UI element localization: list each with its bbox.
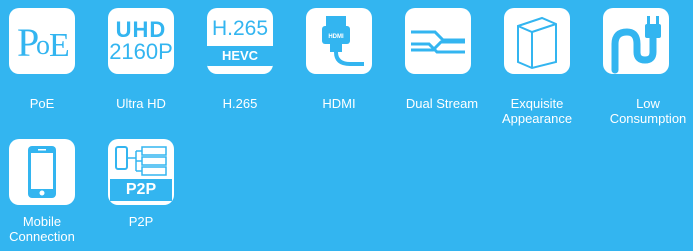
h265-icon: H.265 HEVC — [207, 8, 273, 74]
svg-text:E: E — [49, 27, 70, 64]
feature-label-low-power: Low Consumption — [603, 96, 693, 126]
uhd-icon-text-top: UHD — [115, 17, 167, 42]
p2p-network-icon: P2P — [108, 139, 174, 205]
box-icon — [504, 8, 570, 74]
hdmi-plug-icon: HDMI — [306, 8, 372, 74]
h265-icon-text-bottom: HEVC — [207, 46, 273, 66]
feature-label-low-power-line1: Low — [636, 96, 660, 111]
feature-label-uhd: Ultra HD — [116, 96, 166, 111]
feature-label-mobile: Mobile Connection — [0, 214, 87, 244]
feature-label-appearance-line1: Exquisite — [510, 96, 564, 111]
feature-label-poe: PoE — [29, 96, 55, 111]
smartphone-icon — [9, 139, 75, 205]
feature-label-mobile-line2: Connection — [9, 229, 75, 244]
uhd-icon: UHD 2160P — [108, 8, 174, 74]
dual-stream-icon — [405, 8, 471, 74]
feature-label-p2p: P2P — [128, 214, 154, 229]
h265-icon-text-top: H.265 — [211, 17, 269, 40]
feature-label-dual-stream: Dual Stream — [405, 96, 479, 111]
uhd-icon-text-bottom: 2160P — [109, 39, 173, 64]
svg-text:HDMI: HDMI — [328, 34, 344, 40]
feature-label-mobile-line1: Mobile — [22, 214, 62, 229]
poe-icon: P o E — [9, 8, 75, 74]
svg-text:o: o — [36, 30, 50, 61]
feature-label-h265: H.265 — [222, 96, 258, 111]
feature-label-hdmi: HDMI — [322, 96, 356, 111]
feature-label-low-power-line2: Consumption — [609, 111, 687, 126]
p2p-icon-text: P2P — [110, 179, 172, 201]
feature-label-appearance: Exquisite Appearance — [492, 96, 582, 126]
feature-label-appearance-line2: Appearance — [501, 111, 573, 126]
power-plug-icon — [603, 8, 669, 74]
